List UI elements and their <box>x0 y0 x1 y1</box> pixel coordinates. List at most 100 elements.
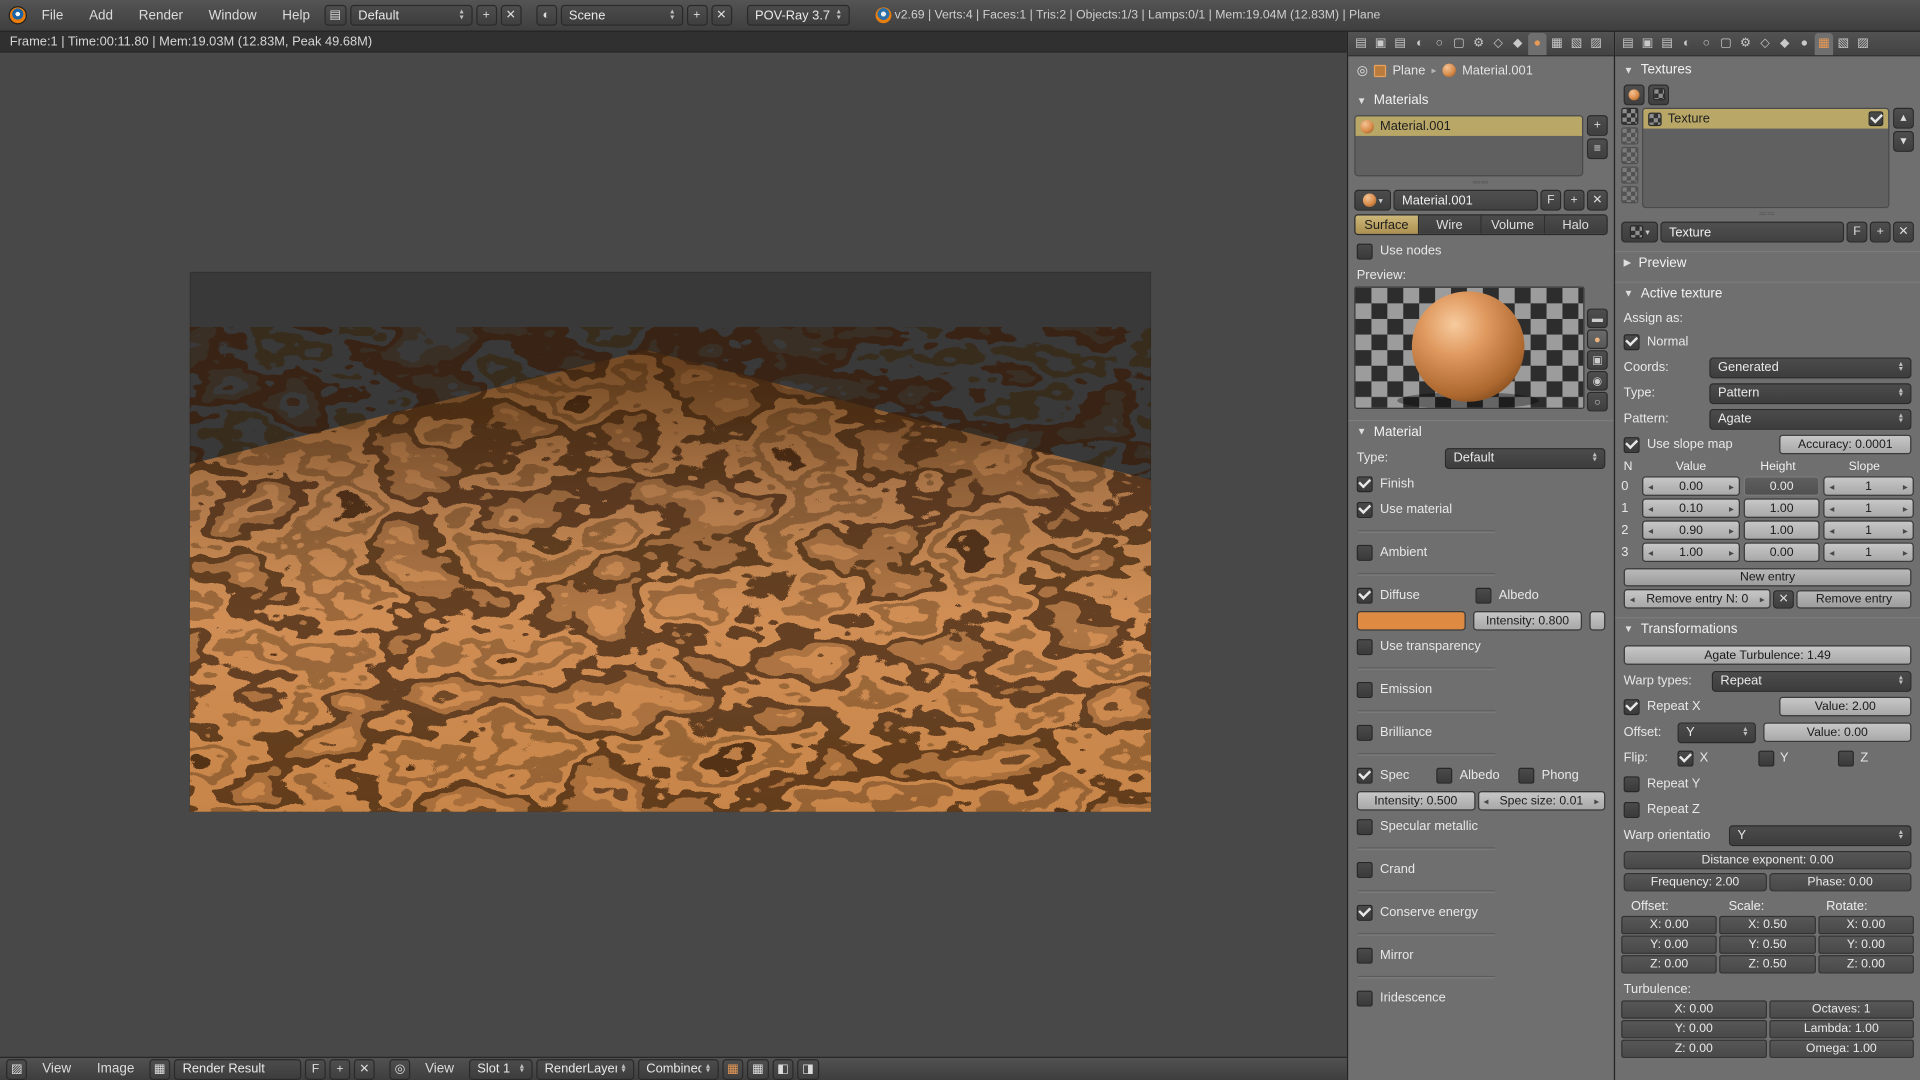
mode-wire-button[interactable]: Wire <box>1419 216 1482 234</box>
material-fake-user-button[interactable]: F <box>1540 190 1561 211</box>
turbulence-x-field[interactable]: X: 0.00 <box>1621 1000 1766 1018</box>
diffuse-albedo-checkbox[interactable] <box>1476 587 1492 603</box>
use-nodes-checkbox[interactable] <box>1357 243 1373 259</box>
warp-types-dropdown[interactable]: Repeat ▴▾ <box>1712 670 1912 691</box>
octaves-field[interactable]: Octaves: 1 <box>1769 1000 1914 1018</box>
offset-value-slider[interactable]: Value: 0.00 <box>1763 722 1911 742</box>
editor-type-icon[interactable]: ▤ <box>1352 32 1370 54</box>
slope-height-field[interactable]: 1.00 <box>1744 498 1820 518</box>
render-pass-dropdown[interactable]: Combined ▴▾ <box>638 1059 719 1080</box>
tab-modifiers-icon[interactable]: ◇ <box>1756 32 1774 54</box>
flip-z-checkbox[interactable] <box>1838 750 1854 766</box>
browse-texture-icon[interactable]: ▾ <box>1621 222 1658 243</box>
active-texture-section-header[interactable]: ▼ Active texture <box>1615 282 1920 304</box>
slope-height-field[interactable]: 0.00 <box>1744 476 1820 496</box>
spec-albedo-checkbox[interactable] <box>1436 767 1452 783</box>
texture-slot-empty[interactable] <box>1643 129 1888 149</box>
add-layout-button[interactable]: + <box>476 5 497 26</box>
slope-slope-stepper[interactable]: ◂1▸ <box>1823 542 1914 562</box>
image-fake-user-button[interactable]: F <box>305 1059 326 1080</box>
preview-monkey-button[interactable]: ◉ <box>1587 371 1608 391</box>
texture-slot-empty[interactable] <box>1643 187 1888 207</box>
move-texture-down-button[interactable]: ▾ <box>1893 131 1914 152</box>
channel-color-icon[interactable]: ▦ <box>722 1059 743 1080</box>
texture-name-field[interactable]: Texture <box>1660 222 1844 243</box>
mode-halo-button[interactable]: Halo <box>1545 216 1607 234</box>
texture-context-material-icon[interactable] <box>1624 84 1645 105</box>
scale-z-field[interactable]: Z: 0.50 <box>1720 955 1816 973</box>
image-unlink-button[interactable]: ✕ <box>354 1059 375 1080</box>
tab-material-icon[interactable]: ● <box>1795 32 1813 54</box>
tab-render-layers-icon[interactable]: ▤ <box>1658 32 1676 54</box>
repeat-z-checkbox[interactable] <box>1624 801 1640 817</box>
tab-object-icon[interactable]: ▢ <box>1717 32 1735 54</box>
texture-slot-empty[interactable] <box>1643 148 1888 168</box>
screen-layout-icon[interactable]: ▤ <box>325 5 346 26</box>
normal-checkbox[interactable] <box>1624 334 1640 350</box>
footer-menu-image[interactable]: Image <box>86 1058 145 1080</box>
material-section-header[interactable]: ▼ Material <box>1348 420 1614 442</box>
texture-slot-icon[interactable] <box>1621 167 1638 184</box>
scale-y-field[interactable]: Y: 0.50 <box>1720 936 1816 954</box>
tab-particles-icon[interactable]: ▧ <box>1834 32 1852 54</box>
delete-scene-button[interactable]: ✕ <box>711 5 732 26</box>
tab-world-icon[interactable]: ○ <box>1430 32 1448 54</box>
materials-section-header[interactable]: ▼ Materials <box>1348 89 1614 111</box>
repeat-y-checkbox[interactable] <box>1624 776 1640 792</box>
slope-slope-stepper[interactable]: ◂1▸ <box>1823 476 1914 496</box>
use-slope-map-checkbox[interactable] <box>1624 437 1640 453</box>
render-slot-dropdown[interactable]: Slot 1 ▴▾ <box>469 1059 533 1080</box>
accuracy-slider[interactable]: Accuracy: 0.0001 <box>1779 435 1911 455</box>
crand-checkbox[interactable] <box>1357 861 1373 877</box>
texture-type-dropdown[interactable]: Pattern ▴▾ <box>1709 383 1911 404</box>
footer-menu-view[interactable]: View <box>31 1058 82 1080</box>
material-slot-empty[interactable] <box>1356 136 1583 156</box>
move-texture-up-button[interactable]: ▴ <box>1893 108 1914 129</box>
repeat-x-value-slider[interactable]: Value: 2.00 <box>1779 697 1911 717</box>
menu-file[interactable]: File <box>31 0 75 31</box>
texture-context-world-icon[interactable] <box>1648 84 1669 105</box>
tab-render-layers-icon[interactable]: ▤ <box>1391 32 1409 54</box>
textures-section-header[interactable]: ▼ Textures <box>1615 59 1920 81</box>
breadcrumb-object[interactable]: Plane <box>1392 63 1425 78</box>
scene-dropdown[interactable]: Scene ▴▾ <box>560 5 682 26</box>
tab-render-icon[interactable]: ▣ <box>1371 32 1389 54</box>
material-specials-icon[interactable]: ≡ <box>1587 138 1608 159</box>
list-resize-grip[interactable]: ══ <box>1615 208 1920 218</box>
menu-add[interactable]: Add <box>78 0 124 31</box>
flip-x-checkbox[interactable] <box>1678 750 1694 766</box>
offset-x-field[interactable]: X: 0.00 <box>1621 916 1717 934</box>
phase-field[interactable]: Phase: 0.00 <box>1769 872 1912 890</box>
list-resize-grip[interactable]: ══ <box>1348 176 1614 186</box>
render-engine-dropdown[interactable]: POV-Ray 3.7 ▴▾ <box>746 5 849 26</box>
channel-z-icon[interactable]: ◨ <box>797 1059 818 1080</box>
warp-orientation-dropdown[interactable]: Y ▴▾ <box>1729 825 1911 846</box>
render-layer-dropdown[interactable]: RenderLayer ▴▾ <box>536 1059 634 1080</box>
remove-entry-n-stepper[interactable]: ◂Remove entry N: 0▸ <box>1624 589 1771 609</box>
tab-constraints-icon[interactable]: ⚙ <box>1469 32 1487 54</box>
texture-enable-checkbox[interactable] <box>1869 111 1884 126</box>
pin-icon[interactable]: ◎ <box>1357 63 1368 78</box>
turbulence-y-field[interactable]: Y: 0.00 <box>1621 1020 1766 1038</box>
footer-view-label[interactable]: View <box>414 1058 465 1080</box>
preview-sky-button[interactable]: ○ <box>1587 392 1608 412</box>
specular-metallic-checkbox[interactable] <box>1357 819 1373 835</box>
preview-section-header[interactable]: ▶ Preview <box>1615 251 1920 273</box>
omega-field[interactable]: Omega: 1.00 <box>1769 1040 1914 1058</box>
brilliance-checkbox[interactable] <box>1357 724 1373 740</box>
tab-object-data-icon[interactable]: ◆ <box>1509 32 1527 54</box>
material-type-dropdown[interactable]: Default ▴▾ <box>1445 448 1605 469</box>
editor-type-icon[interactable]: ▨ <box>6 1059 27 1080</box>
mirror-checkbox[interactable] <box>1357 947 1373 963</box>
material-slot-empty[interactable] <box>1356 156 1583 176</box>
material-slot-item[interactable]: Material.001 <box>1356 116 1583 136</box>
menu-window[interactable]: Window <box>198 0 268 31</box>
tab-constraints-icon[interactable]: ⚙ <box>1736 32 1754 54</box>
channel-rgb-icon[interactable]: ▦ <box>747 1059 768 1080</box>
emission-checkbox[interactable] <box>1357 681 1373 697</box>
tab-render-icon[interactable]: ▣ <box>1638 32 1656 54</box>
tab-object-icon[interactable]: ▢ <box>1450 32 1468 54</box>
tab-particles-icon[interactable]: ▧ <box>1567 32 1585 54</box>
image-new-button[interactable]: + <box>330 1059 351 1080</box>
tab-texture-icon[interactable]: ▦ <box>1548 32 1566 54</box>
